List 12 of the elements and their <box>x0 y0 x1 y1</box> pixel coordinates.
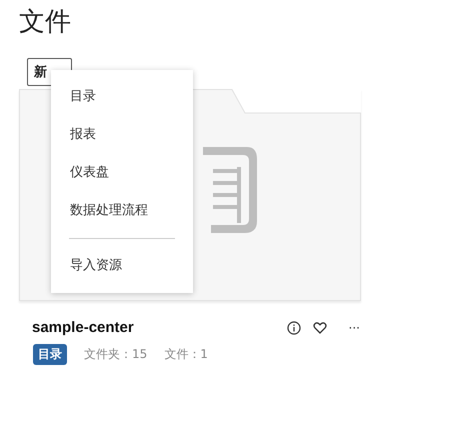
page-title: 文件 <box>19 6 72 38</box>
menu-item[interactable]: 仪表盘 <box>51 154 193 192</box>
more-button[interactable]: ··· <box>346 320 362 334</box>
heart-icon[interactable] <box>312 320 327 334</box>
folder-name[interactable]: sample-center <box>32 319 134 336</box>
stat-text: 文件：1 <box>164 346 208 363</box>
menu-item[interactable]: 导入资源 <box>51 247 193 285</box>
info-icon[interactable] <box>286 320 301 334</box>
type-tag: 目录 <box>33 344 67 365</box>
menu-item[interactable]: 报表 <box>51 116 193 154</box>
stat-text: 文件夹：15 <box>84 346 148 363</box>
menu-item[interactable]: 数据处理流程 <box>51 192 193 230</box>
